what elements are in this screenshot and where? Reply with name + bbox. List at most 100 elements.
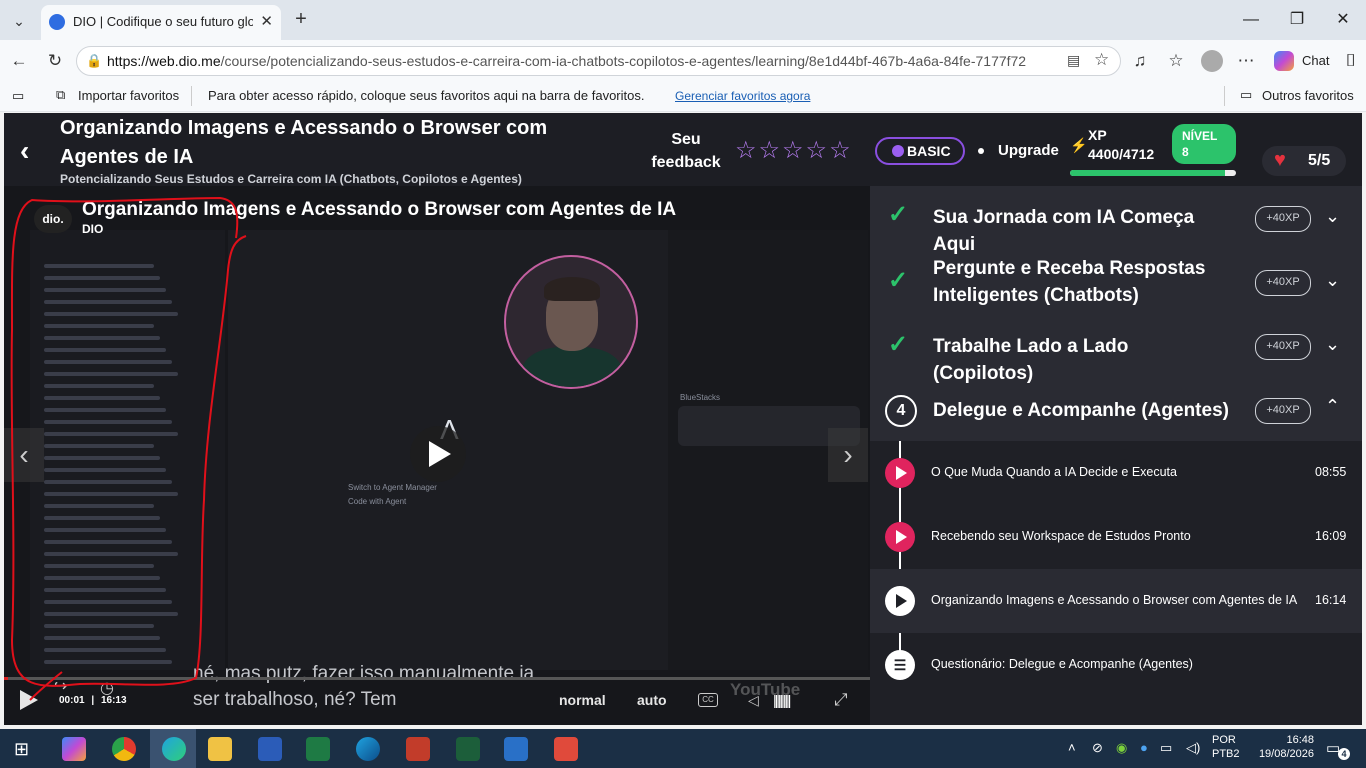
lightning-icon: ⚡ (1070, 137, 1088, 153)
divider (1224, 86, 1225, 106)
lesson-play-icon (885, 458, 915, 488)
lesson-name: Questionário: Delegue e Acompanhe (Agent… (931, 657, 1193, 671)
module-title: Delegue e Acompanhe (Agentes) (933, 400, 1229, 421)
clock[interactable]: 16:48 19/08/2026 (1222, 733, 1314, 761)
chevron-down-icon[interactable]: ⌄ (1325, 334, 1340, 355)
presenter-hair (544, 277, 600, 301)
favorites-hint: Para obter acesso rápido, coloque seus f… (208, 88, 645, 103)
lesson-item[interactable]: O Que Muda Quando a IA Decide e Executa … (870, 441, 1362, 505)
video-shortcut-2: Code with Agent (348, 497, 407, 506)
presenter-webcam (504, 255, 638, 389)
folder-icon: ▭ (1240, 87, 1253, 102)
volume-icon[interactable]: ◁ (748, 692, 759, 709)
play-button[interactable] (410, 426, 466, 482)
lesson-name: Organizando Imagens e Acessando o Browse… (931, 593, 1298, 607)
xp-label: XP (1088, 127, 1107, 143)
plan-icon (892, 145, 904, 157)
module-4[interactable]: Delegue e Acompanhe (Agentes) +40XP ⌃ (870, 390, 1362, 432)
favorites-icon[interactable]: ☆ (1165, 50, 1187, 72)
module-1[interactable]: ✓ Sua Jornada com IA Começa Aqui +40XP ⌄ (870, 198, 1362, 255)
module-3[interactable]: ✓ Trabalhe Lado a Lado (Copilotos) +40XP… (870, 326, 1362, 384)
word-icon[interactable] (258, 737, 282, 761)
lesson-item-quiz[interactable]: ☰ Questionário: Delegue e Acompanhe (Age… (870, 633, 1362, 697)
xp-block: ⚡ XP 4400/4712 (1070, 126, 1154, 164)
more-menu-icon[interactable]: ⋯ (1235, 50, 1257, 72)
quality-selector[interactable]: auto (637, 692, 667, 708)
tab-close-icon[interactable]: ✕ (260, 12, 273, 30)
manage-favorites-link[interactable]: Gerenciar favoritos agora (675, 89, 810, 103)
module-title: Pergunte e Receba Respostas Inteligentes… (933, 258, 1206, 306)
network-icon[interactable]: ▭ (1160, 740, 1172, 756)
fullscreen-icon[interactable]: ⤢ (834, 690, 848, 710)
lesson-item-current[interactable]: Organizando Imagens e Acessando o Browse… (870, 569, 1362, 633)
anydesk-icon[interactable] (554, 737, 578, 761)
captions-toggle[interactable]: CC (698, 693, 718, 707)
xp-value: 4400/4712 (1088, 146, 1155, 162)
window-close-icon[interactable]: ✕ (1328, 8, 1358, 32)
feedback-label: Seu feedback (651, 131, 721, 171)
check-icon: ✓ (888, 267, 909, 294)
other-favorites[interactable]: Outros favoritos (1262, 88, 1354, 103)
reader-mode-icon[interactable]: ▤ (1067, 52, 1080, 69)
nvidia-icon[interactable]: ◉ (1116, 740, 1127, 756)
speed-selector[interactable]: normal (559, 692, 606, 708)
lesson-duration: 16:09 (1315, 529, 1347, 543)
plan-label: BASIC (907, 143, 951, 159)
app-icon[interactable] (356, 737, 380, 761)
profile-avatar[interactable] (1201, 50, 1223, 72)
excel-icon[interactable] (306, 737, 330, 761)
youtube-watermark[interactable]: YouTube (730, 680, 800, 700)
edge-icon[interactable] (162, 737, 186, 761)
new-tab-button[interactable]: + (289, 8, 313, 32)
upgrade-link[interactable]: Upgrade (978, 142, 1059, 159)
chat-label: Chat (1302, 53, 1330, 68)
extensions-icon[interactable]: ♫ (1129, 50, 1151, 72)
module-xp-badge: +40XP (1255, 398, 1311, 424)
module-title: Trabalhe Lado a Lado (Copilotos) (933, 336, 1129, 384)
chrome-icon[interactable] (112, 737, 136, 761)
video-shortcut-1: Switch to Agent Manager (348, 483, 437, 492)
restore-icon[interactable]: ❐ (1282, 8, 1312, 32)
notification-count: 4 (1338, 748, 1350, 760)
clock-date: 19/08/2026 (1258, 748, 1314, 760)
windows-start-icon[interactable]: ⊞ (14, 739, 29, 760)
copilot-app-icon[interactable] (62, 737, 86, 761)
annotation-stroke (10, 196, 247, 687)
speaker-icon[interactable]: ◁) (1186, 740, 1200, 756)
volume-slider[interactable]: |||||||||| (773, 692, 791, 708)
lesson-name: O Que Muda Quando a IA Decide e Executa (931, 465, 1177, 479)
tray-chevron-icon[interactable]: ˄ (1068, 740, 1076, 755)
sidebar-toggle-icon[interactable]: ⌷ (1340, 50, 1362, 72)
minimize-icon[interactable]: — (1236, 8, 1266, 32)
play-icon (429, 441, 451, 467)
lesson-item[interactable]: Recebendo seu Workspace de Estudos Pront… (870, 505, 1362, 569)
network-off-icon[interactable]: ⊘ (1092, 740, 1103, 756)
chevron-down-icon[interactable]: ⌄ (1325, 270, 1340, 291)
module-xp-badge: +40XP (1255, 270, 1311, 296)
clock-time: 16:48 (1286, 734, 1314, 746)
module-2[interactable]: ✓ Pergunte e Receba Respostas Inteligent… (870, 252, 1362, 310)
url-path: /course/potencializando-seus-estudos-e-c… (220, 53, 1027, 69)
chevron-down-icon[interactable]: ⌄ (1325, 206, 1340, 227)
favorite-star-icon[interactable]: ☆ (1094, 50, 1109, 70)
lesson-duration: 08:55 (1315, 465, 1347, 479)
presenter-body (522, 347, 622, 387)
app-icon[interactable] (406, 737, 430, 761)
file-explorer-icon[interactable] (208, 737, 232, 761)
next-lesson-arrow-icon[interactable]: › (828, 428, 868, 482)
plan-badge: BASIC (875, 137, 965, 165)
app-tray-icon[interactable]: ● (1140, 740, 1148, 755)
quiz-list-icon: ☰ (885, 650, 915, 680)
copilot-chat-button[interactable]: Chat (1266, 48, 1346, 74)
module-xp-badge: +40XP (1255, 206, 1311, 232)
xp-progress-bar (1070, 170, 1236, 176)
calculator-icon[interactable] (504, 737, 528, 761)
red-annotation-mark (10, 196, 247, 701)
copilot-icon (1274, 51, 1294, 71)
rating-stars[interactable]: ☆☆☆☆☆ (735, 136, 853, 165)
module-number-badge: 4 (885, 395, 917, 427)
chevron-up-icon[interactable]: ⌃ (1325, 396, 1340, 417)
app-icon[interactable] (456, 737, 480, 761)
module-title: Sua Jornada com IA Começa Aqui (933, 207, 1195, 255)
lesson-duration: 16:14 (1315, 593, 1347, 607)
